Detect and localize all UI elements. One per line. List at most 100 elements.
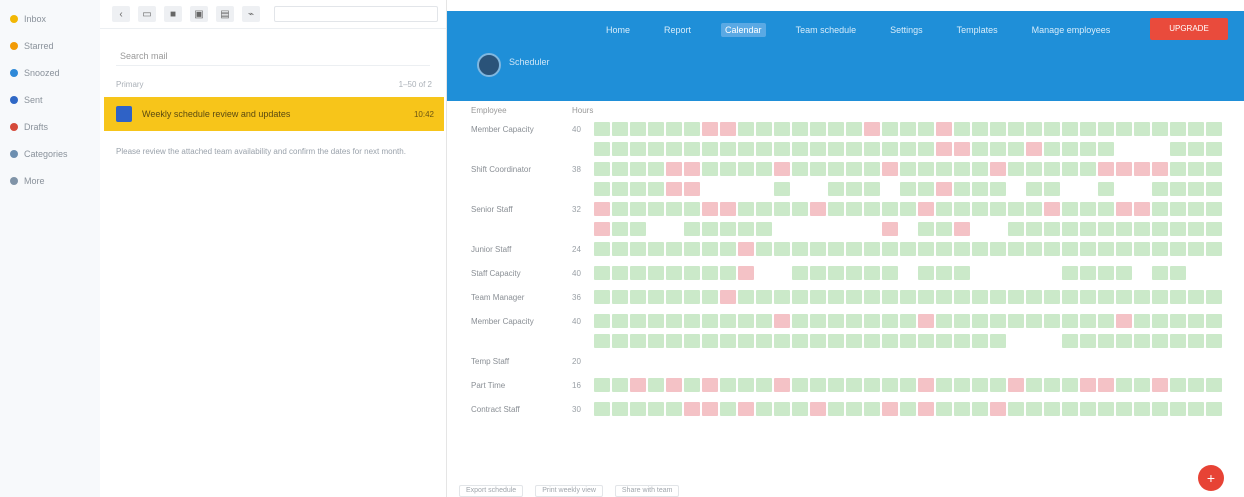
shift-cell[interactable] bbox=[954, 182, 970, 196]
shift-cell[interactable] bbox=[1206, 266, 1222, 280]
shift-cell[interactable] bbox=[972, 202, 988, 216]
shift-cell[interactable] bbox=[1170, 162, 1186, 176]
shift-cell[interactable] bbox=[648, 334, 664, 348]
shift-cell[interactable] bbox=[918, 182, 934, 196]
shift-cell[interactable] bbox=[990, 142, 1006, 156]
export-schedule-button[interactable]: Export schedule bbox=[459, 485, 524, 497]
shift-cell[interactable] bbox=[1026, 122, 1042, 136]
shift-cell[interactable] bbox=[1134, 122, 1150, 136]
shift-cell[interactable] bbox=[1188, 242, 1204, 256]
shift-cell[interactable] bbox=[792, 242, 808, 256]
shift-cell[interactable] bbox=[846, 402, 862, 416]
shift-cell[interactable] bbox=[864, 314, 880, 328]
shift-cell[interactable] bbox=[684, 182, 700, 196]
shift-cell[interactable] bbox=[1008, 182, 1024, 196]
shift-cell[interactable] bbox=[1116, 122, 1132, 136]
toolbar-search-input[interactable] bbox=[274, 6, 438, 22]
shift-cell[interactable] bbox=[720, 182, 736, 196]
shift-cell[interactable] bbox=[1026, 402, 1042, 416]
shift-cell[interactable] bbox=[612, 290, 628, 304]
shift-cell[interactable] bbox=[630, 182, 646, 196]
shift-cell[interactable] bbox=[846, 334, 862, 348]
shift-cell[interactable] bbox=[1134, 242, 1150, 256]
shift-cell[interactable] bbox=[900, 290, 916, 304]
shift-cell[interactable] bbox=[1062, 290, 1078, 304]
shift-cell[interactable] bbox=[882, 122, 898, 136]
shift-cell[interactable] bbox=[882, 202, 898, 216]
shift-cell[interactable] bbox=[630, 266, 646, 280]
shift-cell[interactable] bbox=[972, 334, 988, 348]
shift-cell[interactable] bbox=[1062, 314, 1078, 328]
shift-cell[interactable] bbox=[810, 142, 826, 156]
menu-item-home[interactable]: Home bbox=[602, 23, 634, 37]
shift-cell[interactable] bbox=[1170, 378, 1186, 392]
shift-cell[interactable] bbox=[1206, 182, 1222, 196]
shift-cell[interactable] bbox=[702, 122, 718, 136]
shift-cell[interactable] bbox=[846, 314, 862, 328]
shift-cell[interactable] bbox=[846, 142, 862, 156]
shift-cell[interactable] bbox=[900, 122, 916, 136]
shift-cell[interactable] bbox=[990, 378, 1006, 392]
shift-cell[interactable] bbox=[792, 222, 808, 236]
shift-cell[interactable] bbox=[936, 290, 952, 304]
shift-cell[interactable] bbox=[1080, 290, 1096, 304]
shift-cell[interactable] bbox=[1116, 314, 1132, 328]
shift-cell[interactable] bbox=[594, 182, 610, 196]
shift-cell[interactable] bbox=[1008, 378, 1024, 392]
shift-cell[interactable] bbox=[756, 354, 772, 368]
shift-cell[interactable] bbox=[630, 402, 646, 416]
shift-cell[interactable] bbox=[630, 314, 646, 328]
shift-cell[interactable] bbox=[720, 202, 736, 216]
shift-cell[interactable] bbox=[738, 290, 754, 304]
shift-cell[interactable] bbox=[900, 242, 916, 256]
shift-cell[interactable] bbox=[792, 122, 808, 136]
shift-cell[interactable] bbox=[1134, 334, 1150, 348]
shift-cell[interactable] bbox=[1116, 182, 1132, 196]
shift-cell[interactable] bbox=[1116, 242, 1132, 256]
shift-cell[interactable] bbox=[630, 222, 646, 236]
shift-cell[interactable] bbox=[1044, 222, 1060, 236]
shift-cell[interactable] bbox=[594, 314, 610, 328]
shift-cell[interactable] bbox=[936, 142, 952, 156]
shift-cell[interactable] bbox=[918, 314, 934, 328]
shift-cell[interactable] bbox=[612, 402, 628, 416]
shift-cell[interactable] bbox=[666, 354, 682, 368]
shift-cell[interactable] bbox=[1116, 354, 1132, 368]
shift-cell[interactable] bbox=[1044, 354, 1060, 368]
shift-cell[interactable] bbox=[810, 162, 826, 176]
shift-cell[interactable] bbox=[954, 354, 970, 368]
shift-cell[interactable] bbox=[810, 402, 826, 416]
shift-cell[interactable] bbox=[720, 334, 736, 348]
shift-cell[interactable] bbox=[1062, 182, 1078, 196]
shift-cell[interactable] bbox=[1152, 354, 1168, 368]
shift-cell[interactable] bbox=[648, 202, 664, 216]
nav-item-categories[interactable]: Categories bbox=[0, 143, 100, 165]
shift-cell[interactable] bbox=[648, 354, 664, 368]
shift-cell[interactable] bbox=[864, 202, 880, 216]
shift-cell[interactable] bbox=[990, 202, 1006, 216]
shift-cell[interactable] bbox=[684, 266, 700, 280]
shift-cell[interactable] bbox=[684, 162, 700, 176]
shift-cell[interactable] bbox=[702, 402, 718, 416]
shift-cell[interactable] bbox=[1080, 142, 1096, 156]
shift-cell[interactable] bbox=[684, 202, 700, 216]
shift-cell[interactable] bbox=[936, 122, 952, 136]
label-button[interactable]: ⌁ bbox=[242, 6, 260, 22]
shift-cell[interactable] bbox=[990, 182, 1006, 196]
shift-cell[interactable] bbox=[990, 334, 1006, 348]
shift-cell[interactable] bbox=[1080, 182, 1096, 196]
shift-cell[interactable] bbox=[990, 122, 1006, 136]
shift-cell[interactable] bbox=[1044, 122, 1060, 136]
shift-cell[interactable] bbox=[972, 314, 988, 328]
shift-cell[interactable] bbox=[810, 354, 826, 368]
shift-cell[interactable] bbox=[684, 222, 700, 236]
shift-cell[interactable] bbox=[936, 162, 952, 176]
shift-cell[interactable] bbox=[882, 334, 898, 348]
shift-cell[interactable] bbox=[936, 222, 952, 236]
shift-cell[interactable] bbox=[882, 162, 898, 176]
shift-cell[interactable] bbox=[702, 378, 718, 392]
shift-cell[interactable] bbox=[1044, 182, 1060, 196]
shift-cell[interactable] bbox=[702, 266, 718, 280]
shift-cell[interactable] bbox=[846, 266, 862, 280]
nav-item-starred[interactable]: Starred bbox=[0, 35, 100, 57]
